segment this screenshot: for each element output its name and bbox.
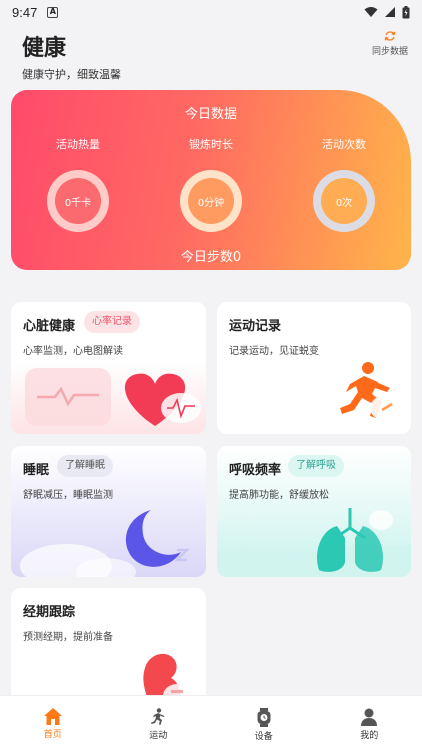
card-desc: 预测经期，提前准备 [23,632,113,643]
user-icon [361,708,378,726]
sleep-tag[interactable]: 了解睡眠 [57,455,113,477]
metric-value: 0次 [335,197,353,209]
home-icon [43,708,62,725]
card-desc: 舒眠减压，睡眠监测 [23,490,113,501]
watch-icon [257,708,271,727]
metric-duration: 锻炼时长 0分钟 [156,136,266,232]
calories-ring: 0千卡 [47,170,109,232]
metric-label: 活动次数 [322,138,366,151]
tab-sport[interactable]: 运动 [106,696,212,750]
metric-calories: 活动热量 0千卡 [23,136,133,232]
sync-button[interactable]: 同步数据 [368,30,412,57]
signal-icon [385,7,395,17]
heart-illustration-icon [25,368,201,426]
card-title: 心脏健康 [23,319,76,334]
tab-label: 设备 [254,732,273,742]
running-illustration-icon [340,362,398,420]
metric-count: 活动次数 0次 [289,136,399,232]
today-data-card[interactable]: 今日数据 活动热量 0千卡 锻炼时长 0分钟 活动次数 0次 今日步数0 [11,90,411,270]
duration-ring: 0分钟 [180,170,242,232]
sleep-card[interactable]: 睡眠 了解睡眠 舒眠减压，睡眠监测 [11,446,206,577]
breath-rate-card[interactable]: 呼吸频率 了解呼吸 提高肺功能，舒缓放松 [217,446,411,577]
metric-value: 0分钟 [197,197,225,209]
moon-illustration-icon [20,510,191,577]
wifi-icon [364,7,378,17]
lungs-illustration-icon [217,508,411,577]
status-right [364,5,410,19]
card-title: 经期跟踪 [23,605,76,620]
bottom-tab-bar: 首页 运动 设备 我的 [0,695,422,750]
battery-icon [402,5,410,18]
sport-record-card[interactable]: 运动记录 记录运动，见证蜕变 [217,302,411,434]
sync-label: 同步数据 [371,47,408,57]
sync-icon [384,31,396,41]
metric-label: 锻炼时长 [189,138,233,151]
running-icon [151,708,165,725]
card-title: 睡眠 [23,463,50,478]
card-title: 呼吸频率 [229,463,282,478]
card-title: 运动记录 [229,319,282,334]
tab-label: 首页 [43,730,62,740]
period-tracking-card[interactable]: 经期跟踪 预测经期，提前准备 [11,588,206,708]
page-subtitle: 健康守护，细致温馨 [22,68,121,81]
card-desc: 记录运动，见证蜕变 [229,346,319,357]
tab-device[interactable]: 设备 [211,696,317,750]
steps-label: 今日步数0 [180,250,242,265]
tab-label: 我的 [360,731,379,741]
page-title: 健康 [22,36,67,61]
tab-profile[interactable]: 我的 [317,696,422,750]
heart-rate-tag[interactable]: 心率记录 [84,311,140,333]
status-bar: 9:47 A [0,0,422,24]
status-time: 9:47 [12,4,38,20]
count-ring: 0次 [313,170,375,232]
card-desc: 提高肺功能，舒缓放松 [229,490,329,501]
metric-label: 活动热量 [56,138,100,151]
tab-label: 运动 [149,731,168,741]
header: 健康 健康守护，细致温馨 同步数据 [0,24,422,84]
tab-home[interactable]: 首页 [0,696,106,750]
heart-health-card[interactable]: 心脏健康 心率记录 心率监测，心电图解读 [11,302,206,434]
notification-icon: A [47,6,59,18]
card-desc: 心率监测，心电图解读 [23,346,123,357]
breath-tag[interactable]: 了解呼吸 [288,455,344,477]
metric-value: 0千卡 [64,197,92,209]
today-title: 今日数据 [184,107,237,122]
